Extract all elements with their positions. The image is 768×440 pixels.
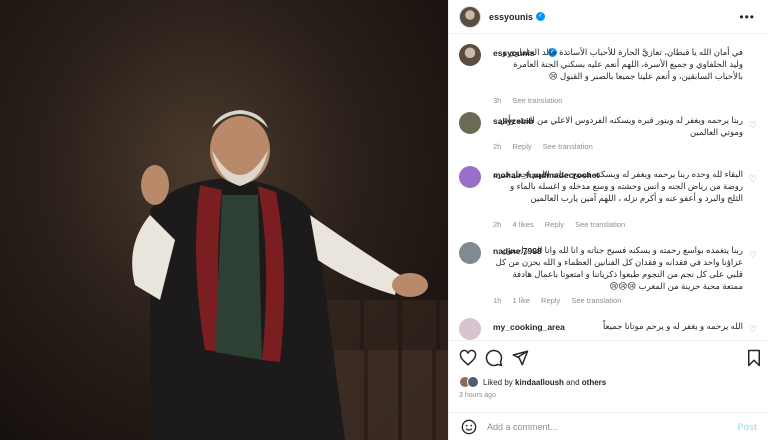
reply-button[interactable]: Reply — [512, 142, 531, 151]
comment-meta: 1h 1 like Reply See translation — [493, 296, 630, 305]
author-avatar[interactable] — [459, 5, 481, 28]
reply-button[interactable]: Reply — [541, 296, 560, 305]
liked-by-prefix: Liked by — [483, 377, 513, 387]
post-header: essyounis ✓ ••• — [449, 0, 768, 34]
action-bar — [449, 340, 768, 374]
share-icon[interactable] — [511, 349, 529, 367]
comment-meta: 2h Reply See translation — [493, 142, 602, 151]
comment-meta: 2h 4 likes Reply See translation — [493, 220, 634, 229]
liked-by-others[interactable]: others — [582, 378, 606, 387]
emoji-icon[interactable] — [461, 419, 477, 435]
save-icon[interactable] — [745, 349, 763, 367]
verified-icon: ✓ — [536, 12, 546, 21]
post-button[interactable]: Post — [737, 422, 757, 432]
comment-text: الله يرحمه و يغفر له و يرحم موتانا جميعا… — [602, 321, 743, 331]
reply-button[interactable]: Reply — [545, 220, 564, 229]
comments-list[interactable]: essyounis ✓ في أمان الله يا قبطان، تعازي… — [449, 34, 768, 340]
post-side-panel: essyounis ✓ ••• essyounis ✓ في أمان الله… — [448, 0, 768, 440]
see-translation-link[interactable]: See translation — [571, 296, 621, 305]
add-comment-bar: Post — [449, 412, 768, 440]
comment-likes[interactable]: 4 likes — [512, 220, 533, 229]
comment-heart-icon[interactable]: ♡ — [749, 174, 757, 185]
more-icon[interactable]: ••• — [739, 10, 755, 24]
author-username[interactable]: essyounis — [489, 12, 533, 22]
liker-avatar[interactable] — [467, 376, 479, 388]
comment-time: 2h — [493, 142, 502, 151]
actor-figure — [132, 110, 428, 440]
commenter-avatar[interactable] — [459, 112, 481, 134]
see-translation-link[interactable]: See translation — [543, 142, 593, 151]
caption-meta: 3h See translation — [493, 96, 571, 105]
comment-time: 1h — [493, 296, 502, 305]
liked-by-text[interactable]: Liked by kindaalloush and others — [483, 378, 606, 387]
post-image[interactable] — [0, 0, 448, 440]
comment-text: ربنا يرحمه ويغفر له وينور قبره ويسكنه ال… — [498, 115, 743, 137]
comment-icon[interactable] — [485, 349, 503, 367]
heart-icon[interactable] — [459, 349, 477, 367]
caption-time: 3h — [493, 96, 502, 105]
commenter-username[interactable]: my_cooking_area — [493, 322, 565, 332]
comment-heart-icon[interactable]: ♡ — [749, 120, 757, 131]
comment-input[interactable] — [487, 421, 707, 432]
commenter-avatar[interactable] — [459, 242, 481, 264]
comment-heart-icon[interactable]: ♡ — [749, 324, 757, 335]
liked-by-user[interactable]: kindaalloush — [515, 378, 564, 387]
liked-by-and: and — [566, 377, 580, 387]
comment-text: ربنا يتغمده بواسع رحمته و يسكنه فسيح جنا… — [495, 245, 743, 291]
comment-time: 2h — [493, 220, 502, 229]
see-translation-link[interactable]: See translation — [512, 96, 562, 105]
commenter-avatar[interactable] — [459, 318, 481, 340]
see-translation-link[interactable]: See translation — [575, 220, 625, 229]
caption-text: في أمان الله يا قبطان، تعازيَّ الحارة لل… — [502, 47, 743, 81]
author-avatar-small[interactable] — [459, 44, 481, 66]
comment-text: البقاء لله وحده ربنا يرحمه ويغفر له ويسك… — [493, 169, 743, 203]
post-timestamp[interactable]: 3 hours ago — [459, 392, 496, 399]
comment-heart-icon[interactable]: ♡ — [749, 250, 757, 261]
liked-by: Liked by kindaalloush and others — [459, 376, 606, 388]
commenter-avatar[interactable] — [459, 166, 481, 188]
comment-likes[interactable]: 1 like — [512, 296, 530, 305]
